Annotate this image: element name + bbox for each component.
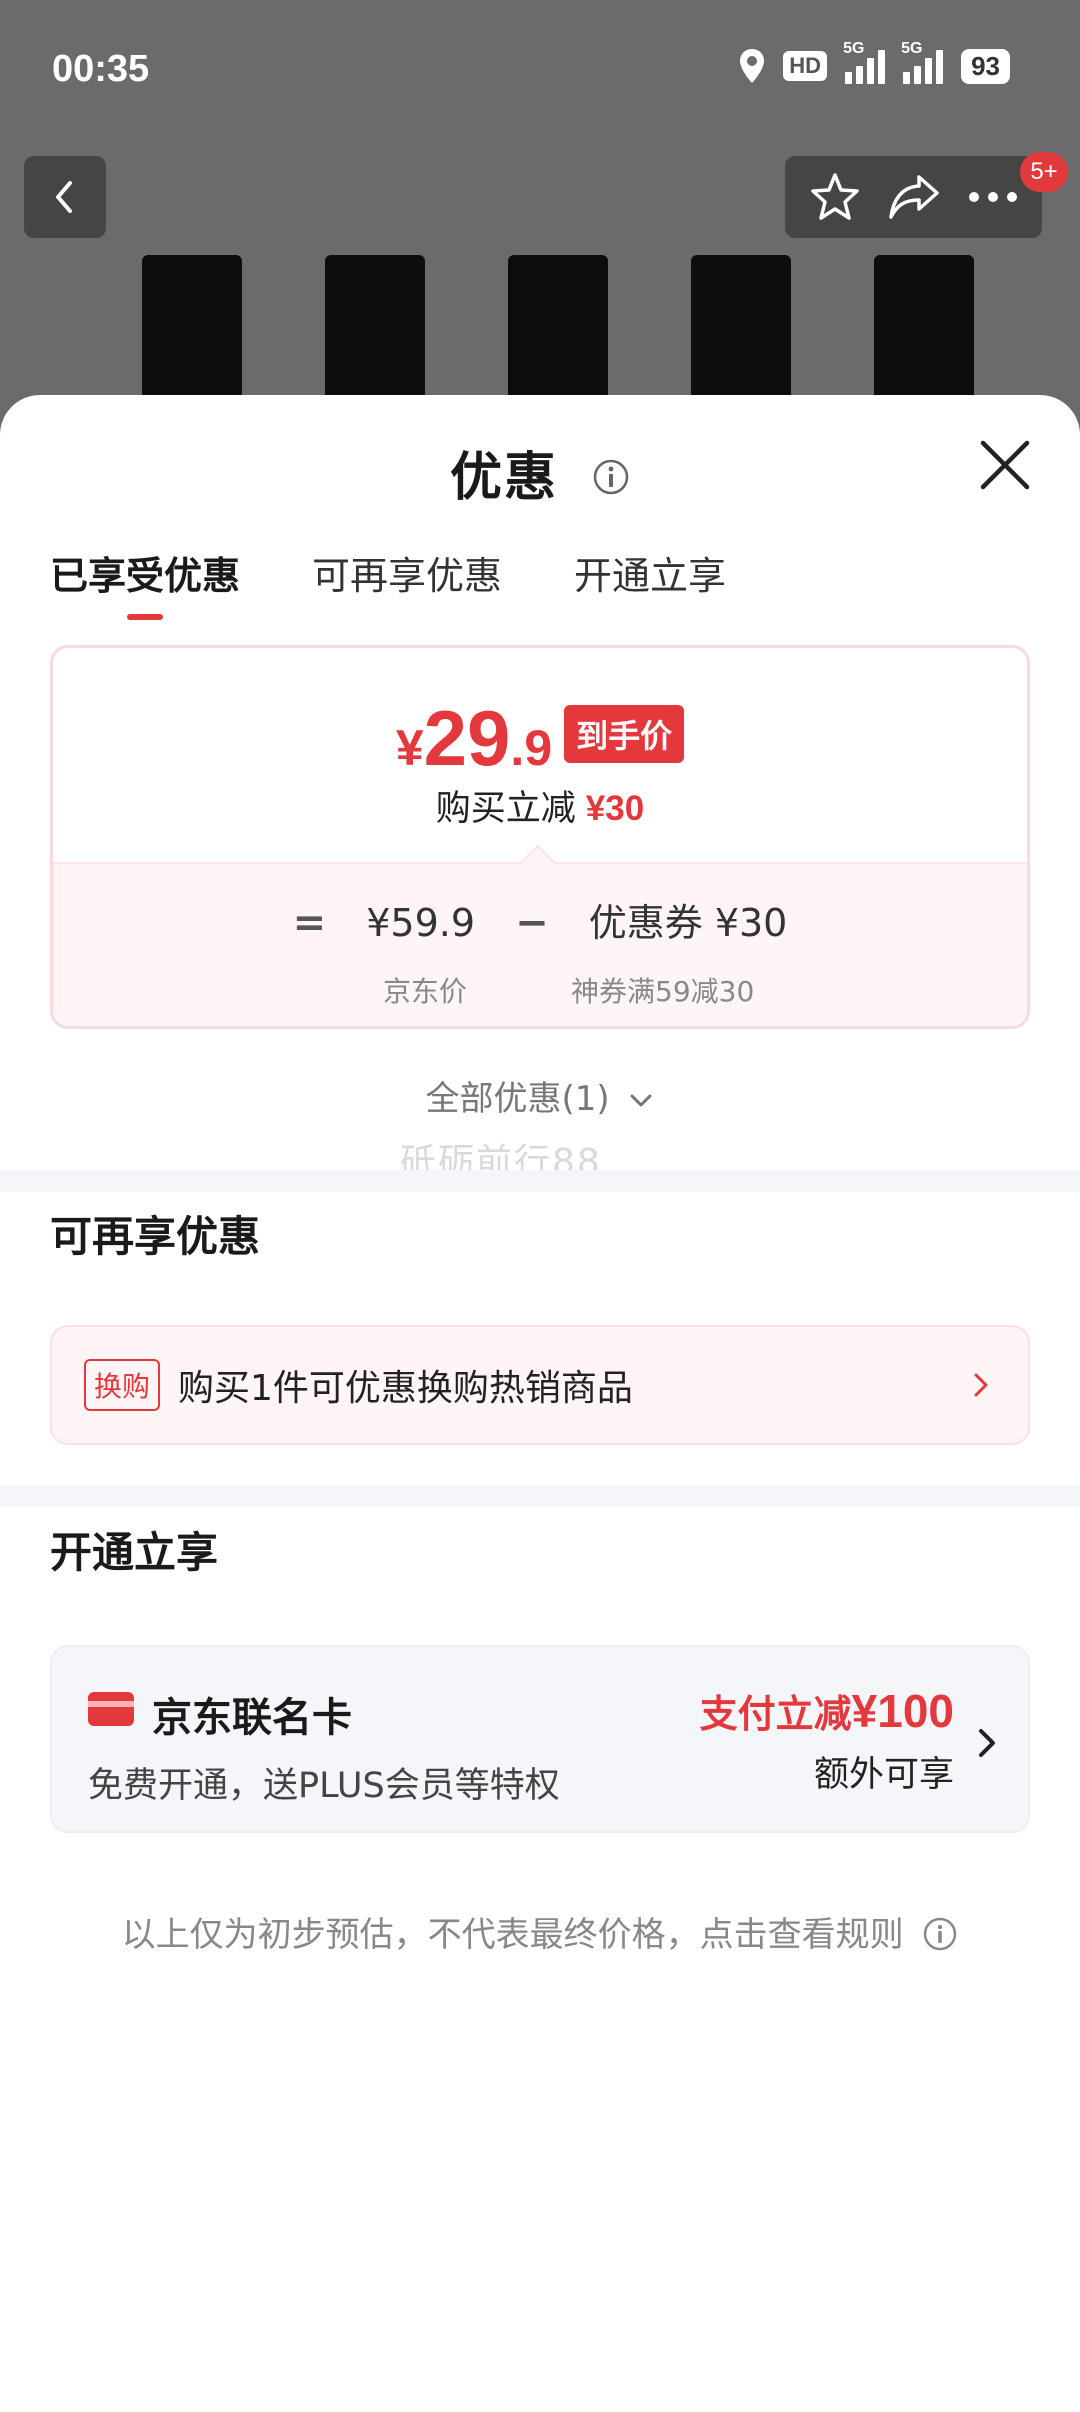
card-extra-label: 额外可享 xyxy=(813,1755,954,1795)
tab-label: 开通立享 xyxy=(574,554,727,598)
location-icon xyxy=(740,49,765,83)
back-button[interactable] xyxy=(24,156,106,238)
section-divider xyxy=(0,1485,1080,1507)
credit-card-icon xyxy=(88,1692,134,1726)
chevron-right-icon xyxy=(979,1729,995,1757)
all-discounts-toggle[interactable]: 全部优惠(1) xyxy=(0,1071,1080,1120)
section-divider xyxy=(0,1170,1080,1192)
price-decimal: .9 xyxy=(510,720,553,776)
signal-sim2-icon: 5G xyxy=(901,40,944,84)
card-name: 京东联名卡 xyxy=(152,1695,352,1741)
star-icon xyxy=(810,173,859,220)
status-icons: HD 5G 5G 93 xyxy=(739,40,1010,84)
more-button[interactable] xyxy=(963,167,1023,227)
exchange-tag: 换购 xyxy=(84,1359,161,1411)
chevron-right-icon xyxy=(974,1373,988,1397)
signal-sim1-icon: 5G xyxy=(843,40,886,84)
exchange-purchase-row[interactable]: 换购 购买1件可优惠换购热销商品 xyxy=(50,1325,1030,1445)
sheet-title-text: 优惠 xyxy=(449,448,558,508)
close-icon[interactable] xyxy=(975,435,1035,495)
info-icon[interactable] xyxy=(592,458,630,496)
discount-sheet: 优惠 已享受优惠 可再享优惠 开通立享 ¥29.9 到手价 购买立减 ¥30 =… xyxy=(0,395,1080,2412)
final-price-card: ¥29.9 到手价 购买立减 ¥30 = ¥59.9 − 优惠券 ¥30 京东价 神… xyxy=(50,645,1030,1029)
hd-badge: HD xyxy=(783,51,828,81)
final-price: ¥29.9 到手价 xyxy=(53,693,1027,784)
equals-sign: = xyxy=(292,900,327,946)
message-badge: 5+ xyxy=(1020,152,1068,192)
favorite-button[interactable] xyxy=(805,167,865,227)
network-type-label: 5G xyxy=(901,40,923,57)
footer-text: 以上仅为初步预估，不代表最终价格，点击查看规则 xyxy=(121,1915,904,1955)
status-time: 00:35 xyxy=(52,48,150,90)
open-enjoy-title: 开通立享 xyxy=(50,1528,219,1577)
minus-sign: − xyxy=(515,900,549,946)
exchange-text: 购买1件可优惠换购热销商品 xyxy=(178,1368,633,1409)
card-promo-text: 支付立减¥100 xyxy=(700,1683,954,1738)
sheet-title: 优惠 xyxy=(0,435,1080,510)
all-discounts-label: 全部优惠(1) xyxy=(425,1079,610,1119)
tab-enjoyed-discounts[interactable]: 已享受优惠 xyxy=(50,545,240,620)
price-integer: 29 xyxy=(423,694,511,782)
discount-tabs: 已享受优惠 可再享优惠 开通立享 xyxy=(50,545,726,620)
chevron-down-icon xyxy=(630,1094,652,1106)
card-description: 免费开通，送PLUS会员等特权 xyxy=(88,1766,560,1806)
reduction-amount: ¥30 xyxy=(585,789,645,828)
final-price-badge: 到手价 xyxy=(564,705,685,763)
top-action-group xyxy=(785,156,1042,238)
network-type-label: 5G xyxy=(843,40,865,57)
promo-amount: ¥100 xyxy=(851,1685,954,1737)
tab-open-enjoy[interactable]: 开通立享 xyxy=(574,545,726,620)
coupon-label: 神券满59减30 xyxy=(571,975,755,1008)
status-bar: 00:35 HD 5G 5G 93 xyxy=(0,0,1080,140)
more-dots-icon xyxy=(968,192,1017,202)
price-breakdown: = ¥59.9 − 优惠券 ¥30 京东价 神券满59减30 xyxy=(53,844,1027,1026)
info-icon xyxy=(924,1917,957,1950)
share-icon xyxy=(888,175,939,219)
currency-symbol: ¥ xyxy=(395,720,424,776)
final-price-section: ¥29.9 到手价 购买立减 ¥30 xyxy=(53,648,1027,862)
tab-active-indicator xyxy=(127,614,163,620)
price-formula: = ¥59.9 − 优惠券 ¥30 xyxy=(53,892,1027,947)
tab-label: 已享受优惠 xyxy=(50,554,241,598)
tab-label: 可再享优惠 xyxy=(312,554,503,598)
share-button[interactable] xyxy=(884,167,944,227)
coupon-value: 优惠券 ¥30 xyxy=(588,901,788,945)
co-branded-card-row[interactable]: 京东联名卡 免费开通，送PLUS会员等特权 支付立减¥100 额外可享 xyxy=(50,1645,1030,1833)
promo-prefix: 支付立减 xyxy=(699,1692,852,1736)
jd-price-label: 京东价 xyxy=(383,975,468,1008)
battery-indicator: 93 xyxy=(961,48,1010,84)
reduction-label: 购买立减 xyxy=(435,789,576,829)
card-promo: 支付立减¥100 额外可享 xyxy=(700,1683,954,1797)
chevron-left-icon xyxy=(56,181,72,213)
footer-disclaimer[interactable]: 以上仅为初步预估，不代表最终价格，点击查看规则 xyxy=(0,1907,1080,1956)
tab-more-discounts[interactable]: 可再享优惠 xyxy=(312,545,502,620)
jd-price-value: ¥59.9 xyxy=(366,901,476,945)
more-discounts-title: 可再享优惠 xyxy=(50,1212,261,1261)
instant-reduction: 购买立减 ¥30 xyxy=(53,780,1027,831)
